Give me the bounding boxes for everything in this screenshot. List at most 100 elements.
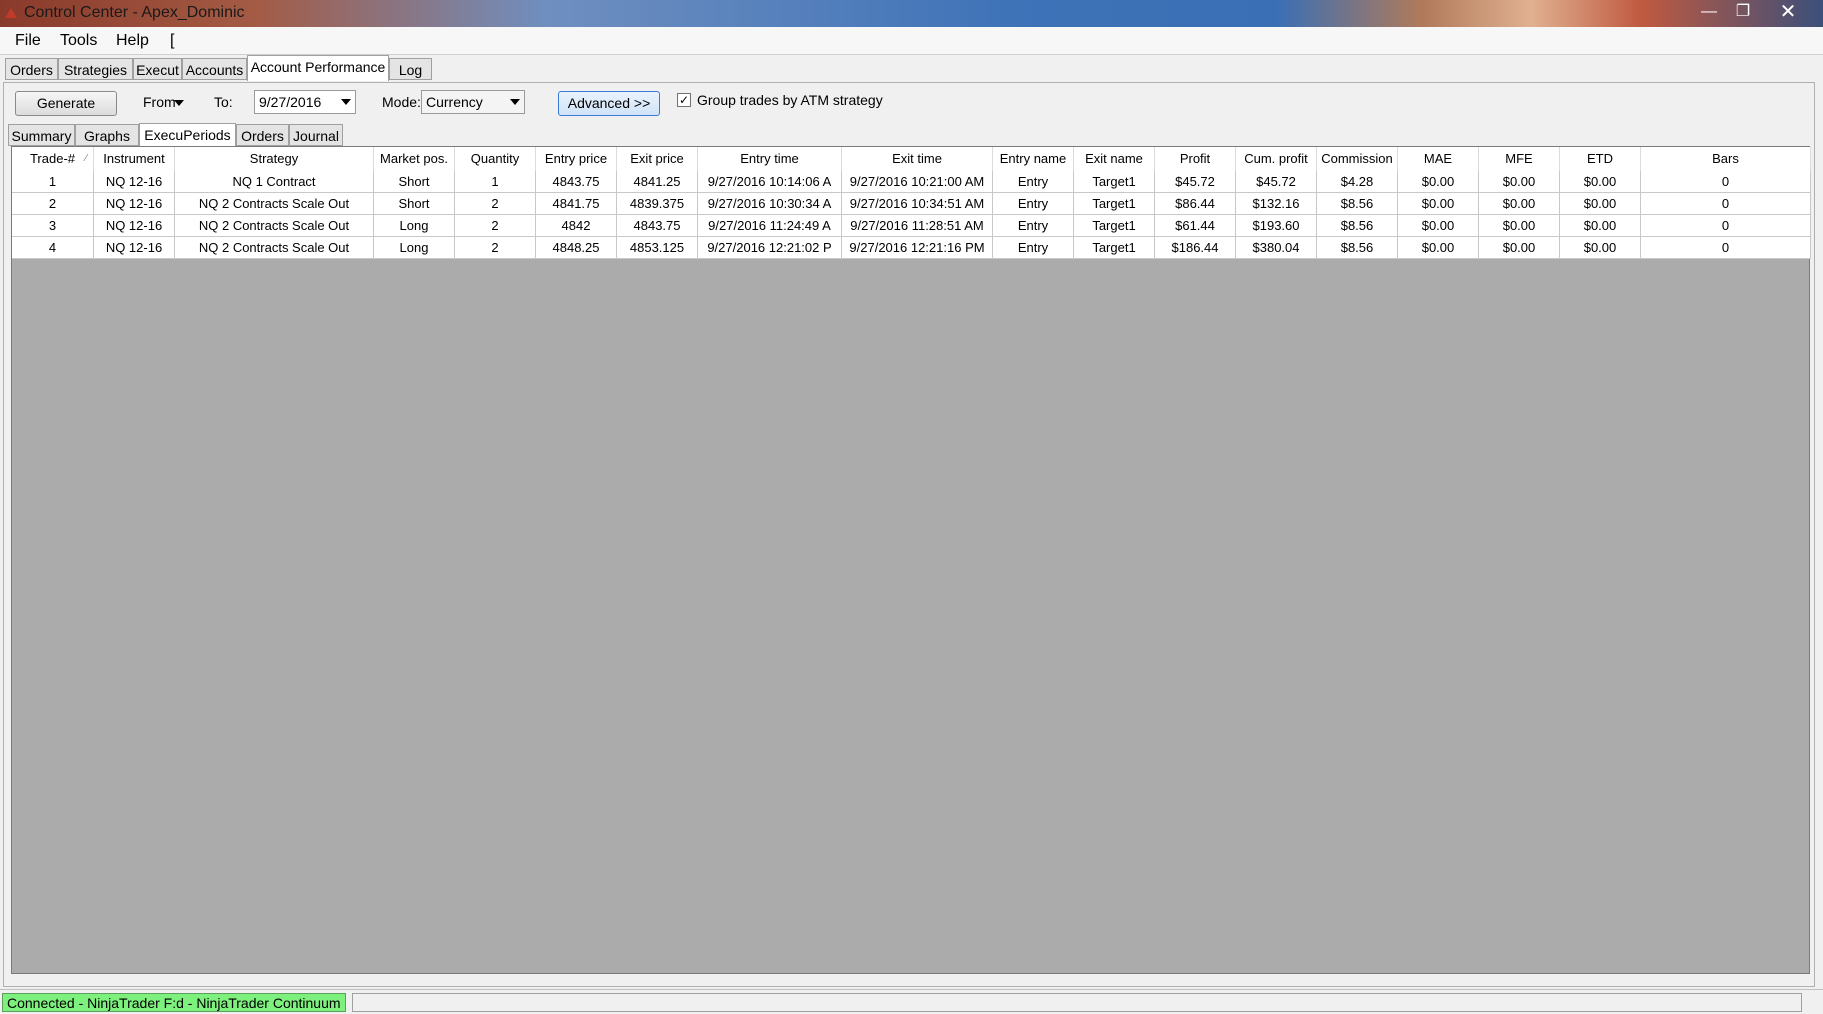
cell-strategy: NQ 2 Contracts Scale Out xyxy=(175,237,374,259)
cell-mfe: $0.00 xyxy=(1479,215,1560,237)
cell-entry-name: Entry xyxy=(993,171,1074,193)
cell-entry-time: 9/27/2016 10:30:34 A xyxy=(698,193,842,215)
table-row[interactable]: 1 NQ 12-16 NQ 1 Contract Short 1 4843.75… xyxy=(12,171,1811,193)
col-instrument[interactable]: Instrument xyxy=(94,147,175,171)
cell-entry-time: 9/27/2016 11:24:49 A xyxy=(698,215,842,237)
cell-profit: $45.72 xyxy=(1155,171,1236,193)
cell-cum-profit: $45.72 xyxy=(1236,171,1317,193)
subtab-journal[interactable]: Journal xyxy=(289,124,343,146)
cell-exit-name: Target1 xyxy=(1074,215,1155,237)
col-quantity[interactable]: Quantity xyxy=(455,147,536,171)
cell-etd: $0.00 xyxy=(1560,215,1641,237)
group-by-atm-checkbox[interactable]: ✓ xyxy=(677,93,691,107)
tab-orders[interactable]: Orders xyxy=(5,58,58,80)
cell-instrument: NQ 12-16 xyxy=(94,193,175,215)
col-exit-time[interactable]: Exit time xyxy=(842,147,993,171)
cell-entry-time: 9/27/2016 10:14:06 A xyxy=(698,171,842,193)
cell-market-pos: Short xyxy=(374,171,455,193)
cell-mae: $0.00 xyxy=(1398,215,1479,237)
advanced-button[interactable]: Advanced >> xyxy=(558,91,660,116)
col-entry-price[interactable]: Entry price xyxy=(536,147,617,171)
subtab-graphs[interactable]: Graphs xyxy=(75,124,139,146)
cell-market-pos: Long xyxy=(374,215,455,237)
cell-exit-time: 9/27/2016 10:34:51 AM xyxy=(842,193,993,215)
cell-commission: $8.56 xyxy=(1317,193,1398,215)
menu-help[interactable]: Help xyxy=(116,32,149,50)
col-mae[interactable]: MAE xyxy=(1398,147,1479,171)
col-strategy[interactable]: Strategy xyxy=(175,147,374,171)
cell-entry-name: Entry xyxy=(993,237,1074,259)
maximize-button[interactable]: ❐ xyxy=(1726,1,1760,23)
cell-etd: $0.00 xyxy=(1560,237,1641,259)
cell-mae: $0.00 xyxy=(1398,237,1479,259)
cell-entry-price: 4848.25 xyxy=(536,237,617,259)
mode-select[interactable]: Currency xyxy=(421,90,525,114)
tab-executions[interactable]: Execut xyxy=(133,58,182,80)
cell-exit-name: Target1 xyxy=(1074,237,1155,259)
menu-tools[interactable]: Tools xyxy=(60,32,97,50)
cell-bars: 0 xyxy=(1641,215,1811,237)
col-cum-profit[interactable]: Cum. profit xyxy=(1236,147,1317,171)
cell-exit-price: 4843.75 xyxy=(617,215,698,237)
tab-accounts[interactable]: Accounts xyxy=(182,58,247,80)
col-bars[interactable]: Bars xyxy=(1641,147,1811,171)
cell-exit-price: 4839.375 xyxy=(617,193,698,215)
cell-mfe: $0.00 xyxy=(1479,237,1560,259)
col-exit-price[interactable]: Exit price xyxy=(617,147,698,171)
cell-exit-price: 4853.125 xyxy=(617,237,698,259)
cell-bars: 0 xyxy=(1641,171,1811,193)
table-row[interactable]: 4 NQ 12-16 NQ 2 Contracts Scale Out Long… xyxy=(12,237,1811,259)
cell-trade-number: 4 xyxy=(12,237,94,259)
col-profit[interactable]: Profit xyxy=(1155,147,1236,171)
col-entry-name[interactable]: Entry name xyxy=(993,147,1074,171)
cell-exit-price: 4841.25 xyxy=(617,171,698,193)
cell-market-pos: Long xyxy=(374,237,455,259)
col-market-pos[interactable]: Market pos. xyxy=(374,147,455,171)
col-exit-name[interactable]: Exit name xyxy=(1074,147,1155,171)
from-label: From xyxy=(143,94,176,110)
chevron-down-icon xyxy=(510,99,520,105)
col-entry-time[interactable]: Entry time xyxy=(698,147,842,171)
cell-strategy: NQ 1 Contract xyxy=(175,171,374,193)
cell-cum-profit: $193.60 xyxy=(1236,215,1317,237)
cell-exit-name: Target1 xyxy=(1074,171,1155,193)
cell-exit-time: 9/27/2016 12:21:16 PM xyxy=(842,237,993,259)
col-trade-number[interactable]: Trade-# ⁄ xyxy=(12,147,94,171)
tab-account-performance[interactable]: Account Performance xyxy=(247,55,389,81)
cell-quantity: 2 xyxy=(455,193,536,215)
cell-commission: $8.56 xyxy=(1317,237,1398,259)
cell-etd: $0.00 xyxy=(1560,171,1641,193)
from-dropdown-arrow-icon[interactable] xyxy=(174,100,184,106)
col-mfe[interactable]: MFE xyxy=(1479,147,1560,171)
generate-button[interactable]: Generate xyxy=(15,91,117,116)
col-commission[interactable]: Commission xyxy=(1317,147,1398,171)
window-title: Control Center - Apex_Dominic xyxy=(24,4,245,21)
cell-cum-profit: $380.04 xyxy=(1236,237,1317,259)
cell-bars: 0 xyxy=(1641,193,1811,215)
connection-status: Connected - NinjaTrader F:d - NinjaTrade… xyxy=(2,993,346,1012)
cell-mae: $0.00 xyxy=(1398,193,1479,215)
cell-profit: $86.44 xyxy=(1155,193,1236,215)
table-row[interactable]: 3 NQ 12-16 NQ 2 Contracts Scale Out Long… xyxy=(12,215,1811,237)
to-date-picker[interactable]: 9/27/2016 xyxy=(254,90,356,114)
cell-entry-name: Entry xyxy=(993,215,1074,237)
subtab-orders[interactable]: Orders xyxy=(236,124,289,146)
minimize-button[interactable]: — xyxy=(1692,1,1726,23)
cell-profit: $61.44 xyxy=(1155,215,1236,237)
tab-log[interactable]: Log xyxy=(389,58,432,80)
menu-file[interactable]: File xyxy=(15,32,41,50)
cell-trade-number: 2 xyxy=(12,193,94,215)
col-etd[interactable]: ETD xyxy=(1560,147,1641,171)
table-row[interactable]: 2 NQ 12-16 NQ 2 Contracts Scale Out Shor… xyxy=(12,193,1811,215)
tab-strategies[interactable]: Strategies xyxy=(58,58,133,80)
cell-instrument: NQ 12-16 xyxy=(94,171,175,193)
menu-extra[interactable]: [ xyxy=(170,32,174,50)
subtab-summary[interactable]: Summary xyxy=(8,124,75,146)
subtab-execu-periods[interactable]: ExecuPeriods xyxy=(139,123,236,147)
close-button[interactable]: ✕ xyxy=(1760,1,1816,23)
cell-trade-number: 1 xyxy=(12,171,94,193)
sort-icon: ⁄ xyxy=(85,153,87,164)
cell-entry-price: 4843.75 xyxy=(536,171,617,193)
cell-entry-price: 4841.75 xyxy=(536,193,617,215)
to-date-value: 9/27/2016 xyxy=(259,94,322,110)
